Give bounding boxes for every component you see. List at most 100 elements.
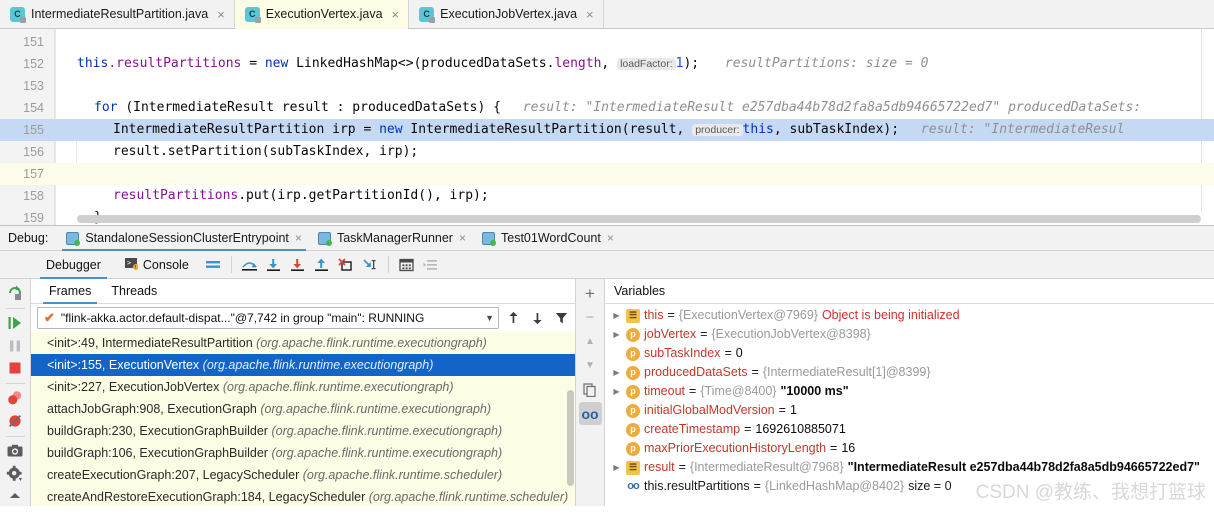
stop-icon[interactable] <box>3 358 28 378</box>
close-icon[interactable]: × <box>459 231 466 245</box>
step-into-icon[interactable] <box>262 254 286 276</box>
variable-row-initialglobalmodversion[interactable]: ▶ p initialGlobalModVersion = 1 <box>605 401 1214 420</box>
param-hint-producer: producer: <box>692 124 743 136</box>
close-icon[interactable]: × <box>217 8 225 21</box>
editor-tab-executionvertex[interactable]: C ExecutionVertex.java × <box>234 0 410 29</box>
editor-horizontal-scrollbar[interactable] <box>77 215 1201 223</box>
pin-icon[interactable] <box>3 486 28 506</box>
java-class-icon: C <box>419 6 436 23</box>
move-up-icon[interactable] <box>503 307 523 329</box>
comma: , <box>601 56 618 71</box>
inline-debug-hint: resultPartitions: size = 0 <box>724 56 929 71</box>
remove-watch-icon[interactable]: − <box>579 306 602 329</box>
variable-row-subtaskindex[interactable]: ▶ p subTaskIndex = 0 <box>605 344 1214 363</box>
frame-list-item-selected[interactable]: <init>:155, ExecutionVertex (org.apache.… <box>31 354 575 376</box>
variables-panel: Variables ▶ ☰ this = {ExecutionVertex@79… <box>605 279 1214 506</box>
screenshot-icon[interactable] <box>3 441 28 461</box>
move-down-icon[interactable] <box>527 307 547 329</box>
pause-program-icon[interactable] <box>3 336 28 356</box>
chevron-right-icon[interactable]: ▶ <box>611 382 622 401</box>
inspect-icon[interactable]: oo <box>578 402 602 425</box>
method-call: .setPartition(subTaskIndex, irp); <box>159 144 419 159</box>
tab-threads-label: Threads <box>111 284 158 298</box>
mute-breakpoints-icon[interactable] <box>3 411 28 431</box>
chevron-right-icon[interactable]: ▶ <box>611 306 622 325</box>
field-icon: p <box>626 327 640 342</box>
keyword-for: for <box>94 100 126 115</box>
drop-frame-icon[interactable] <box>334 254 358 276</box>
rail-divider <box>5 435 25 437</box>
thread-selector[interactable]: ✔ "flink-akka.actor.default-dispat..."@7… <box>37 307 499 329</box>
frame-list-item[interactable]: createAndRestoreExecutionGraph:184, Lega… <box>31 486 575 506</box>
variable-row-jobvertex[interactable]: ▶ p jobVertex = {ExecutionJobVertex@8398… <box>605 325 1214 344</box>
svg-text:!: ! <box>134 265 135 270</box>
variable-row-createtimestamp[interactable]: ▶ p createTimestamp = 1692610885071 <box>605 420 1214 439</box>
thread-running-icon: ✔ <box>44 310 55 325</box>
view-breakpoints-icon[interactable] <box>3 389 28 409</box>
close-icon[interactable]: × <box>607 231 614 245</box>
frame-list-item[interactable]: buildGraph:106, ExecutionGraphBuilder (o… <box>31 442 575 464</box>
move-watch-down-glyph: ▼ <box>585 360 595 371</box>
variables-list[interactable]: ▶ ☰ this = {ExecutionVertex@7969} Object… <box>605 304 1214 506</box>
tab-threads[interactable]: Threads <box>101 279 167 304</box>
keyword-this: this <box>77 56 109 71</box>
code-editor[interactable]: 151 152 this.resultPartitions = new Link… <box>0 29 1214 225</box>
tab-frames[interactable]: Frames <box>39 279 101 304</box>
chevron-down-icon[interactable]: ▼ <box>485 313 494 323</box>
tab-debugger-label: Debugger <box>46 257 101 272</box>
editor-tab-executionjobvertex[interactable]: C ExecutionJobVertex.java × <box>409 0 604 28</box>
force-step-into-icon[interactable] <box>286 254 310 276</box>
move-watch-down-icon[interactable]: ▼ <box>579 354 602 377</box>
chevron-right-icon[interactable]: ▶ <box>611 363 622 382</box>
code-line-151: 151 <box>0 31 1214 53</box>
evaluate-expression-icon[interactable] <box>395 254 419 276</box>
tab-console[interactable]: >! Console <box>113 251 201 279</box>
run-tab-taskmanagerrunner[interactable]: TaskManagerRunner × <box>310 225 474 251</box>
frame-list-item[interactable]: <init>:227, ExecutionJobVertex (org.apac… <box>31 376 575 398</box>
frame-package: (org.apache.flink.runtime.executiongraph… <box>202 358 434 372</box>
statement-tail: ); <box>683 56 700 71</box>
show-execution-point-icon[interactable] <box>419 254 443 276</box>
variable-row-produceddatasets[interactable]: ▶ p producedDataSets = {IntermediateResu… <box>605 363 1214 382</box>
run-tab-test01wordcount[interactable]: Test01WordCount × <box>474 225 622 251</box>
close-icon[interactable]: × <box>392 8 400 21</box>
inspect-glyph: oo <box>581 405 599 422</box>
editor-tab-intermediateresultpartition[interactable]: C IntermediateResultPartition.java × <box>0 0 235 28</box>
frames-list[interactable]: <init>:49, IntermediateResultPartition (… <box>31 332 575 506</box>
run-config-icon <box>66 231 81 246</box>
variable-row-timeout[interactable]: ▶ p timeout = {Time@8400} "10000 ms" <box>605 382 1214 401</box>
variable-row-this[interactable]: ▶ ☰ this = {ExecutionVertex@7969} Object… <box>605 306 1214 325</box>
move-watch-up-icon[interactable]: ▲ <box>579 330 602 353</box>
add-watch-icon[interactable]: + <box>579 282 602 305</box>
step-out-icon[interactable] <box>310 254 334 276</box>
run-to-cursor-icon[interactable] <box>358 254 382 276</box>
frame-list-item[interactable]: buildGraph:230, ExecutionGraphBuilder (o… <box>31 420 575 442</box>
equals: = <box>678 460 686 474</box>
equals: = <box>724 346 732 360</box>
layout-settings-icon[interactable] <box>201 254 225 276</box>
code-line-153: 153 <box>0 75 1214 97</box>
copy-value-icon[interactable] <box>579 378 602 401</box>
frames-scrollbar[interactable] <box>567 390 574 486</box>
add-watch-glyph: + <box>585 283 595 303</box>
rerun-icon[interactable] <box>3 283 28 303</box>
resume-program-icon[interactable] <box>3 313 28 333</box>
frame-list-item[interactable]: createExecutionGraph:207, LegacySchedule… <box>31 464 575 486</box>
variable-name: maxPriorExecutionHistoryLength <box>644 441 827 455</box>
variable-row-this-resultpartitions[interactable]: ▶ oo this.resultPartitions = {LinkedHash… <box>605 477 1214 496</box>
tab-debugger[interactable]: Debugger <box>34 251 113 279</box>
filter-icon[interactable] <box>551 307 571 329</box>
settings-icon[interactable] <box>3 464 28 484</box>
step-over-icon[interactable] <box>238 254 262 276</box>
frame-list-item[interactable]: attachJobGraph:908, ExecutionGraph (org.… <box>31 398 575 420</box>
code-line-154: 154 for (IntermediateResult result : pro… <box>0 97 1214 119</box>
run-tab-standalonesessionclusterentrypoint[interactable]: StandaloneSessionClusterEntrypoint × <box>58 225 310 251</box>
close-icon[interactable]: × <box>295 231 302 245</box>
chevron-right-icon[interactable]: ▶ <box>611 458 622 477</box>
close-icon[interactable]: × <box>586 8 594 21</box>
frame-list-item[interactable]: <init>:49, IntermediateResultPartition (… <box>31 332 575 354</box>
variable-row-maxpriorexecutionhistorylength[interactable]: ▶ p maxPriorExecutionHistoryLength = 16 <box>605 439 1214 458</box>
keyword-this: this <box>742 122 774 137</box>
variable-row-result[interactable]: ▶ ☰ result = {IntermediateResult@7968} "… <box>605 458 1214 477</box>
chevron-right-icon[interactable]: ▶ <box>611 325 622 344</box>
